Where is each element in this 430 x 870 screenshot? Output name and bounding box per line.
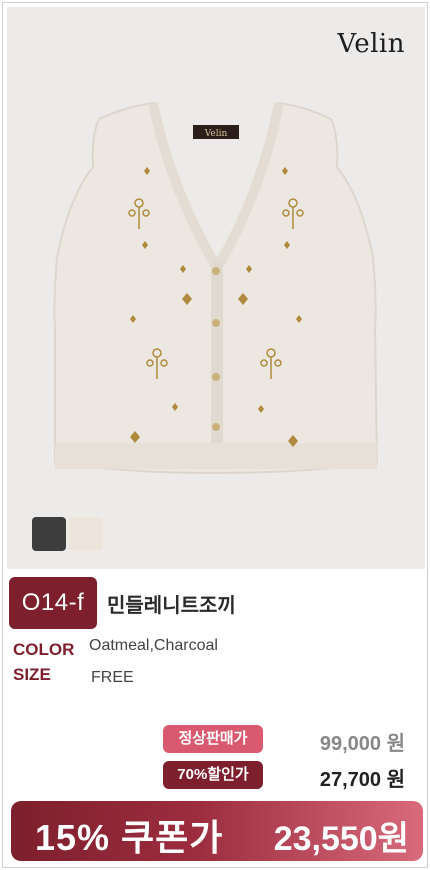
coupon-label: 15% 쿠폰가 [35,817,224,858]
regular-price-badge: 정상판매가 [163,725,263,753]
product-code-badge: O14-f [9,577,97,629]
product-name[interactable]: 민들레니트조끼 [107,589,236,618]
color-label: COLOR [13,640,75,659]
knit-vest-image: Velin [53,101,379,475]
garment-label-text: Velin [204,129,228,139]
swatch-charcoal[interactable] [32,517,66,551]
size-value: FREE [91,669,134,686]
color-value: Oatmeal,Charcoal [89,637,218,654]
brand-logo: Velin [337,29,405,59]
coupon-price: 23,550원 [273,820,409,858]
product-photo[interactable]: Velin Velin [7,7,425,569]
coupon-price-bar[interactable]: 15% 쿠폰가 23,550원 [11,801,423,861]
regular-price: 99,000 원 [319,733,405,755]
swatch-oatmeal[interactable] [69,517,103,551]
size-label: SIZE [13,665,51,684]
product-card[interactable]: Velin Velin O14-f 민들레니트조끼 COLOR Oatmeal,… [2,2,428,868]
discount-price-badge: 70%할인가 [163,761,263,789]
discount-price: 27,700 원 [319,769,405,791]
